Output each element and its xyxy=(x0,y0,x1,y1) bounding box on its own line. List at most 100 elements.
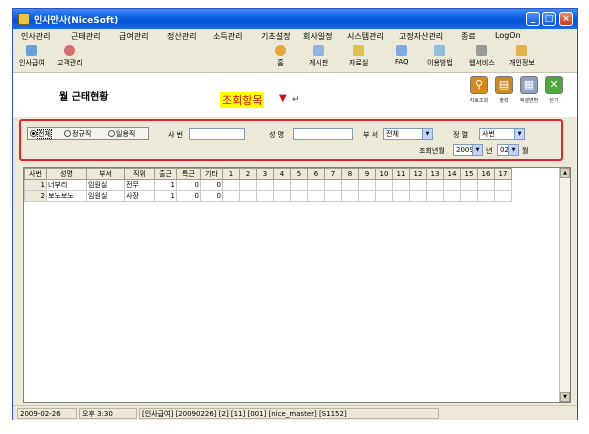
scroll-down-icon[interactable]: ▼ xyxy=(560,392,570,402)
table-cell[interactable] xyxy=(324,190,342,202)
table-cell[interactable] xyxy=(239,190,257,202)
table-cell[interactable] xyxy=(443,179,461,191)
toolbar-board[interactable]: 게시판 xyxy=(309,45,328,68)
menu-system[interactable]: 시스템관리 xyxy=(347,31,384,42)
column-header[interactable]: 10 xyxy=(375,168,393,180)
column-header[interactable]: 1 xyxy=(222,168,240,180)
toolbar-archive[interactable]: 자료실 xyxy=(349,45,368,68)
column-header[interactable]: 12 xyxy=(409,168,427,180)
column-header[interactable]: 13 xyxy=(426,168,444,180)
table-cell[interactable] xyxy=(443,190,461,202)
column-header[interactable]: 출근 xyxy=(154,168,177,180)
chevron-down-icon[interactable]: ▼ xyxy=(422,129,432,139)
print-button[interactable]: ▤ 출력 xyxy=(493,76,515,104)
table-cell[interactable] xyxy=(409,190,427,202)
excel-export-button[interactable]: ▦ 엑셀변환 xyxy=(518,76,540,104)
menu-fixed-assets[interactable]: 고정자산관리 xyxy=(399,31,443,42)
radio-all[interactable]: 전체 xyxy=(30,129,52,139)
column-header[interactable]: 5 xyxy=(290,168,308,180)
table-cell[interactable]: 보노보노 xyxy=(46,190,87,202)
table-cell[interactable]: 0 xyxy=(200,179,223,191)
column-header[interactable]: 사번 xyxy=(24,168,47,180)
column-header[interactable]: 부서 xyxy=(86,168,125,180)
table-cell[interactable] xyxy=(426,190,444,202)
column-header[interactable]: 9 xyxy=(358,168,376,180)
table-cell[interactable] xyxy=(409,179,427,191)
table-cell[interactable]: 임원실 xyxy=(86,190,125,202)
table-cell[interactable] xyxy=(222,190,240,202)
chevron-down-icon[interactable]: ▼ xyxy=(508,145,518,155)
table-cell[interactable] xyxy=(290,179,308,191)
sabeon-input[interactable] xyxy=(189,128,245,140)
table-cell[interactable] xyxy=(256,190,274,202)
minimize-button[interactable]: _ xyxy=(526,12,540,26)
close-button[interactable]: × xyxy=(559,12,573,26)
column-header[interactable]: 15 xyxy=(460,168,478,180)
table-cell[interactable] xyxy=(290,190,308,202)
toolbar-hr-payroll[interactable]: 인사급여 xyxy=(19,45,45,68)
chevron-down-icon[interactable]: ▼ xyxy=(472,145,482,155)
table-cell[interactable]: 0 xyxy=(176,190,201,202)
table-cell[interactable] xyxy=(494,179,512,191)
menu-attendance[interactable]: 근태관리 xyxy=(71,31,100,42)
search-data-button[interactable]: ⚲ 자료조회 xyxy=(468,76,490,104)
menu-income[interactable]: 소득관리 xyxy=(213,31,242,42)
table-cell[interactable] xyxy=(222,179,240,191)
menu-payroll[interactable]: 급여관리 xyxy=(119,31,148,42)
table-cell[interactable]: 너부리 xyxy=(46,179,87,191)
menu-company-schedule[interactable]: 회사일정 xyxy=(303,31,332,42)
table-cell[interactable] xyxy=(477,190,495,202)
column-header[interactable]: 특근 xyxy=(176,168,201,180)
table-cell[interactable] xyxy=(375,190,393,202)
toolbar-howto[interactable]: 이용방법 xyxy=(427,45,453,68)
menu-logon[interactable]: LogOn xyxy=(495,31,521,40)
name-input[interactable] xyxy=(293,128,353,140)
toolbar-home[interactable]: 홈 xyxy=(275,45,286,68)
table-cell[interactable]: 1 xyxy=(154,190,177,202)
dept-select[interactable]: 전체 ▼ xyxy=(383,128,433,140)
table-cell[interactable] xyxy=(307,179,325,191)
column-header[interactable]: 11 xyxy=(392,168,410,180)
table-cell[interactable] xyxy=(239,179,257,191)
radio-daily[interactable]: 일용직 xyxy=(108,129,135,139)
scroll-up-icon[interactable]: ▲ xyxy=(560,168,570,178)
menu-basic-settings[interactable]: 기초설정 xyxy=(261,31,290,42)
table-cell[interactable]: 전무 xyxy=(124,179,155,191)
table-cell[interactable] xyxy=(358,190,376,202)
table-cell[interactable] xyxy=(477,179,495,191)
column-header[interactable]: 16 xyxy=(477,168,495,180)
maximize-button[interactable]: □ xyxy=(542,12,556,26)
table-cell[interactable] xyxy=(358,179,376,191)
table-cell[interactable]: 1 xyxy=(154,179,177,191)
table-row[interactable]: 1 너부리 임원실 전무 1 0 0 xyxy=(24,179,512,191)
table-cell[interactable] xyxy=(273,179,291,191)
attendance-grid[interactable]: 사번 성명 부서 직위 출근 특근 기타 1 2 3 4 5 6 7 8 9 10 11 12 13 14 15 16 17 … xyxy=(23,167,571,403)
menu-hr[interactable]: 인사관리 xyxy=(21,31,50,42)
table-cell[interactable] xyxy=(324,179,342,191)
column-header[interactable]: 성명 xyxy=(46,168,87,180)
table-cell[interactable] xyxy=(273,190,291,202)
menu-settlement[interactable]: 정산관리 xyxy=(167,31,196,42)
month-select[interactable]: 02 ▼ xyxy=(497,144,519,156)
sort-select[interactable]: 사번 ▼ xyxy=(479,128,525,140)
column-header[interactable]: 7 xyxy=(324,168,342,180)
column-header[interactable]: 2 xyxy=(239,168,257,180)
table-cell[interactable]: 사장 xyxy=(124,190,155,202)
year-select[interactable]: 2009 ▼ xyxy=(453,144,483,156)
menu-exit[interactable]: 종료 xyxy=(461,31,476,42)
column-header[interactable]: 직위 xyxy=(124,168,155,180)
table-cell[interactable] xyxy=(341,179,359,191)
table-cell[interactable] xyxy=(392,190,410,202)
table-row[interactable]: 2 보노보노 임원실 사장 1 0 0 xyxy=(24,190,512,202)
table-cell[interactable] xyxy=(426,179,444,191)
close-page-button[interactable]: ✕ 닫기 xyxy=(543,76,565,104)
table-cell[interactable] xyxy=(460,179,478,191)
toolbar-webservice[interactable]: 웹서비스 xyxy=(469,45,495,68)
column-header[interactable]: 17 xyxy=(494,168,512,180)
column-header[interactable]: 4 xyxy=(273,168,291,180)
table-cell[interactable]: 2 xyxy=(24,190,47,202)
column-header[interactable]: 기타 xyxy=(200,168,223,180)
table-cell[interactable]: 0 xyxy=(200,190,223,202)
table-cell[interactable] xyxy=(392,179,410,191)
chevron-down-icon[interactable]: ▼ xyxy=(514,129,524,139)
